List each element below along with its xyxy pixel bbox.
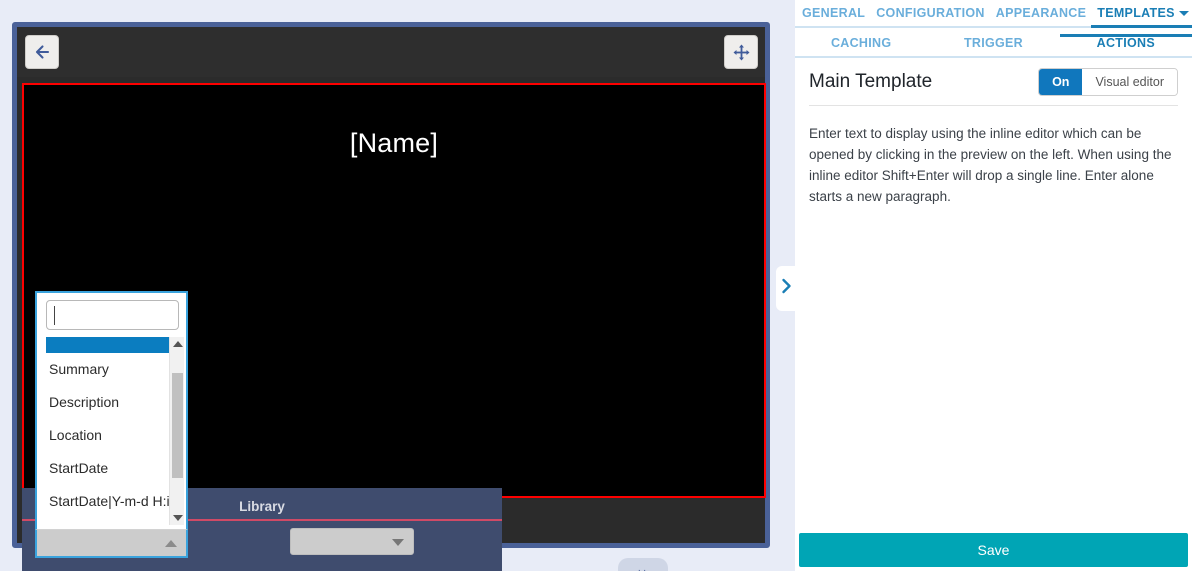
arrow-left-icon [33, 43, 51, 61]
tab-trigger[interactable]: TRIGGER [927, 36, 1059, 56]
editor-toggle-group[interactable]: On Visual editor [1038, 67, 1178, 96]
tab-caching[interactable]: CACHING [795, 36, 927, 56]
field-combobox: Summary Description Location StartDate S… [35, 291, 188, 558]
combobox-select-box[interactable] [35, 529, 188, 558]
settings-pane: GENERAL CONFIGURATION APPEARANCE TEMPLAT… [795, 0, 1192, 571]
library-select[interactable] [290, 528, 414, 555]
save-button[interactable]: Save [799, 533, 1188, 567]
scroll-up-button[interactable] [170, 337, 185, 351]
tab-appearance[interactable]: APPEARANCE [996, 6, 1087, 26]
combobox-option-blank[interactable] [46, 337, 178, 353]
secondary-tabs: CACHING TRIGGER ACTIONS [795, 28, 1192, 58]
preview-pane: [Name] Library Summary Description Locat… [0, 0, 790, 571]
preview-frame: [Name] Library Summary Description Locat… [12, 22, 770, 571]
triangle-down-icon [172, 515, 183, 521]
tab-templates[interactable]: TEMPLATES [1091, 6, 1192, 28]
move-arrows-icon [733, 44, 750, 61]
move-button[interactable] [724, 35, 758, 69]
combobox-option-startdate[interactable]: StartDate [46, 452, 178, 485]
bottom-drag-handle[interactable]: ·· [618, 558, 668, 571]
tab-templates-label: TEMPLATES [1097, 6, 1175, 20]
handle-dots: ·· [637, 565, 649, 571]
app-root: [Name] Library Summary Description Locat… [0, 0, 1192, 571]
chevron-up-icon [165, 540, 177, 547]
tab-configuration[interactable]: CONFIGURATION [876, 6, 985, 26]
canvas-name-placeholder[interactable]: [Name] [24, 128, 764, 159]
page-title: Main Template [809, 70, 933, 92]
chevron-right-icon [781, 278, 792, 299]
triangle-up-icon [172, 341, 183, 347]
combobox-option-startdate-formatted[interactable]: StartDate|Y-m-d H:i [46, 485, 178, 518]
combobox-option-list[interactable]: Summary Description Location StartDate S… [46, 337, 178, 525]
help-text: Enter text to display using the inline e… [809, 126, 1172, 204]
combobox-scrollbar[interactable] [169, 337, 184, 525]
combobox-option-summary[interactable]: Summary [46, 353, 178, 386]
preview-toolbar [17, 27, 765, 77]
toggle-visual-editor-button[interactable]: Visual editor [1082, 68, 1177, 95]
combobox-option-description[interactable]: Description [46, 386, 178, 419]
combobox-search-input[interactable] [46, 300, 179, 330]
toggle-on-button[interactable]: On [1039, 68, 1083, 95]
back-button[interactable] [25, 35, 59, 69]
pane-collapse-toggle[interactable] [776, 266, 796, 311]
section-header: Main Template On Visual editor [809, 58, 1178, 106]
scrollbar-thumb[interactable] [172, 373, 183, 478]
chevron-down-icon [392, 539, 404, 546]
tab-general[interactable]: GENERAL [802, 6, 865, 26]
primary-tabs: GENERAL CONFIGURATION APPEARANCE TEMPLAT… [795, 0, 1192, 28]
tab-actions[interactable]: ACTIONS [1059, 34, 1192, 56]
scroll-down-button[interactable] [170, 511, 185, 525]
text-cursor [54, 306, 55, 325]
combobox-dropdown: Summary Description Location StartDate S… [35, 291, 188, 529]
chevron-down-icon [1178, 11, 1189, 17]
combobox-option-location[interactable]: Location [46, 419, 178, 452]
